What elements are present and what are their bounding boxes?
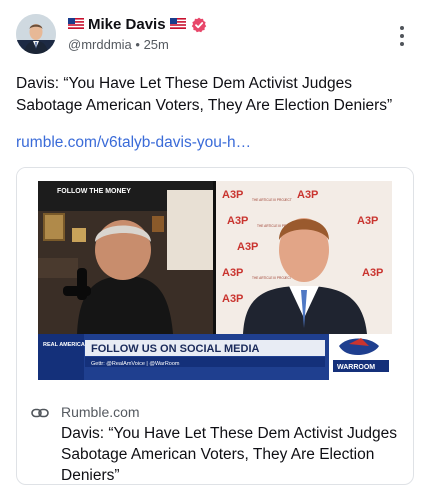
card-domain: Rumble.com — [61, 404, 140, 420]
banner-subline: Gettr: @RealAmVoice | @WarRoom — [91, 361, 180, 367]
backdrop-logo: A3P — [357, 215, 378, 227]
post-link[interactable]: rumble.com/v6talyb-davis-you-h… — [16, 134, 251, 152]
backdrop-logo: A3P — [227, 215, 248, 227]
link-icon — [31, 408, 49, 418]
backdrop-logo: A3P — [222, 267, 243, 279]
post-text: Davis: “You Have Let These Dem Activist … — [16, 75, 393, 114]
card-title: Davis: “You Have Let These Dem Activist … — [61, 425, 397, 484]
backdrop-caption: THE ARTICLE III PROJECT — [252, 198, 292, 202]
author-name[interactable]: Mike Davis — [88, 16, 166, 33]
post-meta: @mrddmia • 25m — [68, 37, 169, 52]
author-row: Mike Davis — [68, 16, 207, 33]
post-time[interactable]: 25m — [144, 37, 169, 52]
banner-headline: FOLLOW US ON SOCIAL MEDIA — [91, 343, 260, 355]
show-logo: WARROOM — [337, 364, 375, 371]
meta-separator: • — [135, 37, 144, 52]
us-flag-icon — [68, 18, 84, 31]
backdrop-logo: A3P — [237, 241, 258, 253]
sign-text: FOLLOW THE MONEY — [57, 188, 131, 195]
backdrop-logo: A3P — [297, 189, 318, 201]
link-preview-card[interactable]: FOLLOW THE MONEY A3P A3P A3P A3P A3P A3P… — [16, 167, 414, 485]
backdrop-logo: A3P — [222, 189, 243, 201]
video-thumbnail[interactable]: FOLLOW THE MONEY A3P A3P A3P A3P A3P A3P… — [17, 168, 413, 390]
avatar-image — [16, 14, 56, 54]
backdrop-logo: A3P — [222, 293, 243, 305]
backdrop-logo: A3P — [362, 267, 383, 279]
avatar[interactable] — [16, 14, 56, 54]
kebab-menu-icon[interactable] — [398, 26, 406, 46]
backdrop-caption: THE ARTICLE III PROJECT — [252, 276, 292, 280]
verified-badge-icon — [191, 17, 206, 32]
us-flag-icon — [169, 18, 186, 31]
author-handle[interactable]: @mrddmia — [68, 37, 132, 52]
